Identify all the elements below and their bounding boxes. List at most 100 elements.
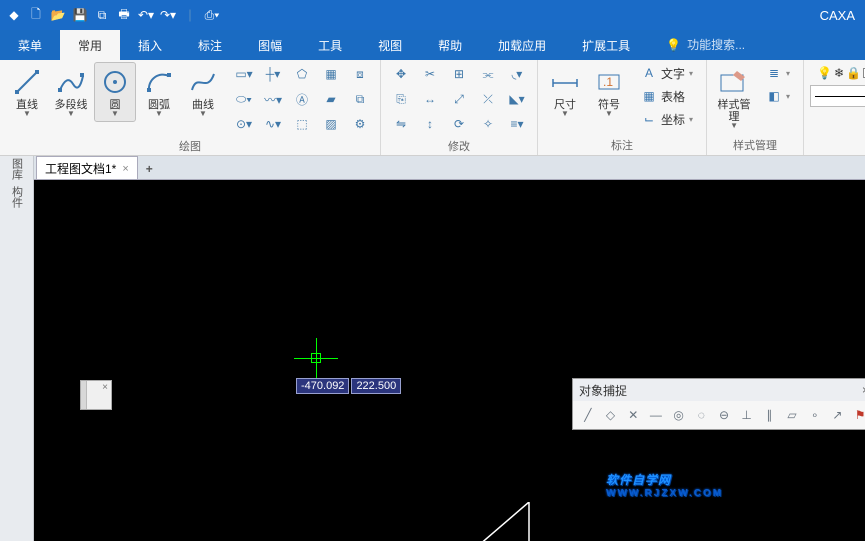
style-opt1[interactable]: ≣▾ bbox=[759, 62, 797, 84]
floating-palette[interactable]: × bbox=[80, 380, 112, 410]
snap-intersect-icon[interactable]: ✕ bbox=[624, 405, 642, 425]
undo-icon[interactable]: ↶▾ bbox=[136, 5, 156, 25]
menu-common[interactable]: 常用 bbox=[60, 30, 120, 60]
arc-button[interactable]: 圆弧 ▼ bbox=[138, 62, 180, 122]
break-icon[interactable]: ⤫ bbox=[474, 87, 502, 111]
polygon-icon[interactable]: ⬠ bbox=[288, 62, 316, 86]
menu-addon[interactable]: 加载应用 bbox=[480, 30, 564, 60]
fill-icon[interactable]: ▰ bbox=[317, 87, 345, 111]
ribbon-group-style: 样式管理 ▼ ≣▾ ◧▾ 样式管理 bbox=[707, 60, 804, 155]
move-icon[interactable]: ✥ bbox=[387, 62, 415, 86]
explode-icon[interactable]: ✧ bbox=[474, 112, 502, 136]
prop-row1[interactable]: 💡 ❄ 🔒 ▬ bbox=[810, 62, 865, 84]
snap-tangent-icon[interactable]: ⊖ bbox=[715, 405, 733, 425]
save-icon[interactable]: 💾 bbox=[70, 5, 90, 25]
ucs-button[interactable]: ⌙坐标▾ bbox=[634, 108, 700, 130]
redo-icon[interactable]: ↷▾ bbox=[158, 5, 178, 25]
scale-icon[interactable]: ⤢ bbox=[445, 87, 473, 111]
table-button[interactable]: ▦表格 bbox=[634, 85, 700, 107]
plot-icon[interactable]: ⎙▾ bbox=[202, 5, 222, 25]
osnap-titlebar[interactable]: 对象捕捉 × bbox=[573, 379, 865, 401]
array-icon[interactable]: ⊞ bbox=[445, 62, 473, 86]
app-title: CAXA bbox=[820, 8, 861, 23]
polyline-icon bbox=[56, 67, 86, 97]
circle-icon bbox=[100, 67, 130, 97]
menu-sheet[interactable]: 图幅 bbox=[240, 30, 300, 60]
new-icon[interactable]: 🗋 bbox=[26, 5, 46, 25]
extend-icon[interactable]: ↔ bbox=[416, 87, 444, 111]
offset-icon[interactable]: ⫘ bbox=[474, 62, 502, 86]
rect-icon[interactable]: ▭▾ bbox=[230, 62, 258, 86]
text-button[interactable]: A文字▾ bbox=[634, 62, 700, 84]
snap-perp-icon[interactable]: ⊥ bbox=[738, 405, 756, 425]
menu-tools[interactable]: 工具 bbox=[300, 30, 360, 60]
ribbon: 直线 ▼ 多段线 ▼ 圆 ▼ 圆弧 ▼ 曲线 ▼ bbox=[0, 60, 865, 156]
align-icon[interactable]: ≡▾ bbox=[503, 112, 531, 136]
arc-icon bbox=[144, 67, 174, 97]
region-icon[interactable]: ⬚ bbox=[288, 112, 316, 136]
centerline-icon[interactable]: ┼▾ bbox=[259, 62, 287, 86]
style-opt2[interactable]: ◧▾ bbox=[759, 85, 797, 107]
menu-main[interactable]: 菜单 bbox=[0, 30, 60, 60]
close-tab-icon[interactable]: × bbox=[122, 163, 128, 175]
chamfer-icon[interactable]: ◣▾ bbox=[503, 87, 531, 111]
snap-settings-icon[interactable]: ⚑ bbox=[851, 405, 865, 425]
osnap-toolbar[interactable]: 对象捕捉 × ╱ ◇ ✕ — ◎ ◌ ⊖ ⊥ ∥ ▱ ∘ ↗ ⚑ bbox=[572, 378, 865, 430]
sidebar-comp[interactable]: 构件 bbox=[9, 186, 25, 208]
saveall-icon[interactable]: ⧉ bbox=[92, 5, 112, 25]
print-icon[interactable]: 🖶 bbox=[114, 5, 134, 25]
hatch-icon[interactable]: ▦ bbox=[317, 62, 345, 86]
snap-extension-icon[interactable]: — bbox=[647, 405, 665, 425]
menu-bar: 菜单 常用 插入 标注 图幅 工具 视图 帮助 加载应用 扩展工具 💡 bbox=[0, 30, 865, 60]
menu-ext[interactable]: 扩展工具 bbox=[564, 30, 648, 60]
draw-tools-grid: ▭▾ ┼▾ ⬠ ▦ ⧈ ⬭▾ 〰▾ Ⓐ ▰ ⧉ ⊙▾ ∿▾ ⬚ ▨ ⚙ bbox=[230, 62, 374, 136]
chevron-down-icon: ▼ bbox=[730, 123, 738, 129]
menu-view[interactable]: 视图 bbox=[360, 30, 420, 60]
snap-node-icon[interactable]: ∘ bbox=[806, 405, 824, 425]
circle-button[interactable]: 圆 ▼ bbox=[94, 62, 136, 122]
drawing-canvas[interactable]: -470.092 222.500 × 对象捕捉 × ╱ ◇ ✕ — bbox=[34, 180, 865, 541]
rotate-icon[interactable]: ⟳ bbox=[445, 112, 473, 136]
copy-icon[interactable]: ⎘ bbox=[387, 87, 415, 111]
spline-icon[interactable]: ∿▾ bbox=[259, 112, 287, 136]
stretch-icon[interactable]: ↕ bbox=[416, 112, 444, 136]
menu-help[interactable]: 帮助 bbox=[420, 30, 480, 60]
dim-button[interactable]: 尺寸 ▼ bbox=[544, 62, 586, 122]
trim-icon[interactable]: ✂ bbox=[416, 62, 444, 86]
add-tab-button[interactable]: + bbox=[138, 159, 161, 179]
snap-nearest-icon[interactable]: ↗ bbox=[829, 405, 847, 425]
text-shape-icon[interactable]: Ⓐ bbox=[288, 87, 316, 111]
function-search[interactable]: 💡 bbox=[666, 30, 777, 60]
app-icon[interactable]: ◆ bbox=[4, 5, 24, 25]
snap-center-icon[interactable]: ◎ bbox=[670, 405, 688, 425]
mirror-icon[interactable]: ⇋ bbox=[387, 112, 415, 136]
snap-insert-icon[interactable]: ▱ bbox=[783, 405, 801, 425]
color-icon: ◧ bbox=[766, 88, 782, 104]
part-icon[interactable]: ⚙ bbox=[346, 112, 374, 136]
sidebar-lib[interactable]: 图库 bbox=[9, 158, 25, 180]
curve-button[interactable]: 曲线 ▼ bbox=[182, 62, 224, 122]
search-input[interactable] bbox=[687, 38, 777, 52]
snap-parallel-icon[interactable]: ∥ bbox=[761, 405, 779, 425]
fillet-icon[interactable]: ◟▾ bbox=[503, 62, 531, 86]
symbol-button[interactable]: .1 符号 ▼ bbox=[588, 62, 630, 122]
ellipse-small-icon[interactable]: ⬭▾ bbox=[230, 87, 258, 111]
menu-insert[interactable]: 插入 bbox=[120, 30, 180, 60]
wave-icon[interactable]: 〰▾ bbox=[259, 87, 287, 111]
group-label-draw: 绘图 bbox=[6, 136, 374, 156]
insert-block-icon[interactable]: ⧉ bbox=[346, 87, 374, 111]
linetype-combo[interactable]: ByL bbox=[810, 85, 865, 107]
line-button[interactable]: 直线 ▼ bbox=[6, 62, 48, 122]
snap-midpoint-icon[interactable]: ◇ bbox=[602, 405, 620, 425]
snap-endpoint-icon[interactable]: ╱ bbox=[579, 405, 597, 425]
snap-quad-icon[interactable]: ◌ bbox=[692, 405, 710, 425]
open-icon[interactable]: 📂 bbox=[48, 5, 68, 25]
menu-annotate[interactable]: 标注 bbox=[180, 30, 240, 60]
pattern-icon[interactable]: ▨ bbox=[317, 112, 345, 136]
polyline-button[interactable]: 多段线 ▼ bbox=[50, 62, 92, 122]
palette-close[interactable]: × bbox=[87, 381, 111, 409]
document-tab[interactable]: 工程图文档1* × bbox=[36, 156, 138, 179]
point-icon[interactable]: ⊙▾ bbox=[230, 112, 258, 136]
block-icon[interactable]: ⧈ bbox=[346, 62, 374, 86]
style-mgr-button[interactable]: 样式管理 ▼ bbox=[713, 62, 755, 134]
